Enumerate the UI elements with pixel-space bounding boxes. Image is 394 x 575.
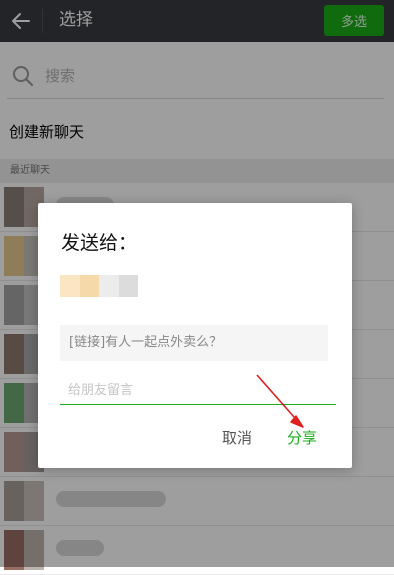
select-chat-screen: 选择 多选 搜索 创建新聊天 最近聊天 发送给： [链接]有人一起点外卖么？ 给…	[0, 0, 394, 575]
cancel-button[interactable]: 取消	[222, 427, 252, 449]
dialog-title: 发送给：	[61, 232, 138, 254]
link-preview: [链接]有人一起点外卖么？	[60, 325, 328, 361]
link-preview-text: [链接]有人一起点外卖么？	[69, 335, 223, 350]
recipient-avatar	[60, 275, 138, 297]
send-to-dialog: 发送给： [链接]有人一起点外卖么？ 取消 分享	[38, 203, 352, 468]
message-input[interactable]	[60, 376, 336, 405]
share-button[interactable]: 分享	[287, 427, 317, 449]
